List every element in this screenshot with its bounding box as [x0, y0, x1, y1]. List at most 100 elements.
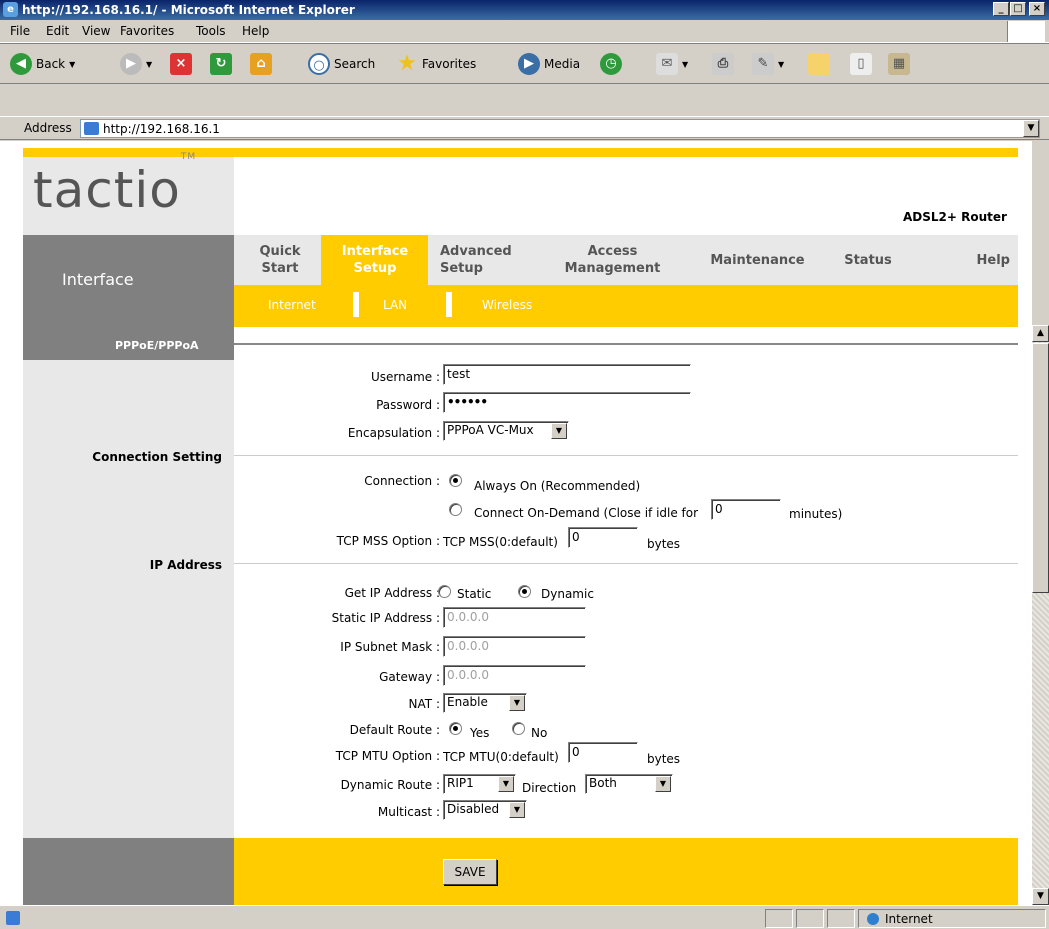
footer-left-band [23, 838, 234, 905]
maximize-button[interactable]: □ [1010, 2, 1026, 16]
menu-tools[interactable]: Tools [196, 24, 226, 38]
subnet-mask-input[interactable]: 0.0.0.0 [443, 636, 586, 657]
status-cell [765, 909, 793, 928]
media-icon: ▶ [518, 53, 540, 75]
tcp-mtu-input[interactable]: 0 [568, 742, 638, 763]
ip-address-heading: IP Address [149, 558, 222, 572]
save-button[interactable]: SAVE [443, 859, 497, 885]
zone-label: Internet [885, 912, 933, 926]
scroll-down-button[interactable]: ▼ [1032, 888, 1049, 905]
dynamic-radio[interactable] [518, 585, 531, 598]
divider [234, 455, 1018, 456]
sidebar-panel [23, 327, 234, 838]
chevron-down-icon: ▼ [509, 695, 525, 711]
back-button[interactable]: ◀ Back ▼ [10, 52, 75, 76]
menu-file[interactable]: File [10, 24, 30, 38]
favorites-button[interactable]: ★ Favorites [396, 52, 476, 76]
vertical-scrollbar[interactable]: ▲ ▼ [1032, 325, 1049, 905]
refresh-button[interactable]: ↻ [210, 52, 236, 76]
discuss-button[interactable] [808, 52, 834, 76]
dynamic-label: Dynamic [541, 587, 594, 601]
menu-edit[interactable]: Edit [46, 24, 69, 38]
film-icon: ▦ [888, 53, 910, 75]
tab-help[interactable]: Help [950, 252, 1010, 269]
gateway-input[interactable]: 0.0.0.0 [443, 665, 586, 686]
history-button[interactable]: ◷ [600, 52, 626, 76]
subnav-wireless[interactable]: Wireless [482, 298, 532, 312]
product-name: ADSL2+ Router [903, 210, 1007, 224]
tab-interface-setup[interactable]: Interface Setup [330, 243, 420, 277]
home-button[interactable]: ⌂ [250, 52, 276, 76]
address-input[interactable]: http://192.168.16.1 ▼ [80, 119, 1040, 138]
print-icon: ⎙ [712, 53, 734, 75]
ie-icon: e [3, 2, 18, 17]
chevron-down-icon: ▼ [551, 423, 567, 439]
tcp-mss-input[interactable]: 0 [568, 527, 638, 548]
forward-button[interactable]: ▶ ▼ [120, 52, 152, 76]
nat-label: NAT : [300, 697, 440, 711]
password-input[interactable]: •••••• [443, 392, 691, 413]
stop-button[interactable]: × [170, 52, 196, 76]
tab-advanced-setup[interactable]: Advanced Setup [440, 243, 540, 277]
username-input[interactable]: test [443, 364, 691, 385]
address-dropdown-button[interactable]: ▼ [1023, 120, 1039, 137]
menu-view[interactable]: View [82, 24, 110, 38]
security-zone: Internet [858, 909, 1046, 928]
tab-maintenance[interactable]: Maintenance [700, 252, 815, 269]
default-route-no-radio[interactable] [512, 722, 525, 735]
scroll-up-button[interactable]: ▲ [1032, 325, 1049, 342]
tab-status[interactable]: Status [833, 252, 903, 269]
clipboard-icon: ▯ [850, 53, 872, 75]
encapsulation-select[interactable]: PPPoA VC-Mux ▼ [443, 421, 569, 441]
menu-favorites[interactable]: Favorites [120, 24, 174, 38]
tab-quick-start[interactable]: Quick Start [255, 243, 305, 277]
home-icon: ⌂ [250, 53, 272, 75]
direction-select[interactable]: Both ▼ [585, 774, 673, 794]
always-on-radio[interactable] [449, 474, 462, 487]
static-ip-label: Static IP Address : [331, 611, 440, 625]
toolbar: ◀ Back ▼ ▶ ▼ × ↻ ⌂ ○ Search ★ Favorites ▶ … [0, 44, 1049, 84]
multicast-select[interactable]: Disabled ▼ [443, 800, 527, 820]
static-ip-input[interactable]: 0.0.0.0 [443, 607, 586, 628]
dynamic-route-select[interactable]: RIP1 ▼ [443, 774, 516, 794]
menu-bar: File Edit View Favorites Tools Help [0, 20, 1049, 43]
media-button[interactable]: ▶ Media [518, 52, 580, 76]
subnav-lan[interactable]: LAN [383, 298, 407, 312]
status-cell [827, 909, 855, 928]
research-button[interactable]: ▯ [850, 52, 876, 76]
scroll-thumb[interactable] [1032, 343, 1049, 593]
edit-button[interactable]: ✎ ▼ [752, 52, 784, 76]
direction-label: Direction [522, 781, 577, 795]
idle-minutes-input[interactable]: 0 [711, 499, 781, 520]
on-demand-radio[interactable] [449, 503, 462, 516]
connection-setting-heading: Connection Setting [92, 450, 222, 464]
mail-button[interactable]: ✉ ▼ [656, 52, 688, 76]
top-accent-bar [23, 148, 1018, 157]
always-on-label: Always On (Recommended) [474, 479, 641, 493]
divider [234, 563, 1018, 564]
panel-title-rule [234, 343, 1018, 345]
password-label: Password : [376, 398, 440, 412]
messenger-button[interactable]: ▦ [888, 52, 914, 76]
get-ip-label: Get IP Address : [344, 586, 440, 600]
default-route-yes-label: Yes [470, 726, 490, 740]
nat-select[interactable]: Enable ▼ [443, 693, 527, 713]
encapsulation-label: Encapsulation : [347, 426, 440, 440]
stop-icon: × [170, 53, 192, 75]
search-button[interactable]: ○ Search [308, 52, 375, 76]
mail-icon: ✉ [656, 53, 678, 75]
tab-access-management[interactable]: Access Management [555, 243, 670, 277]
menu-help[interactable]: Help [242, 24, 269, 38]
subnav-internet[interactable]: Internet [268, 298, 316, 312]
static-radio[interactable] [438, 585, 451, 598]
default-route-yes-radio[interactable] [449, 722, 462, 735]
static-label: Static [457, 587, 492, 601]
connection-label: Connection : [364, 474, 440, 488]
subnav-background [234, 285, 1018, 327]
print-button[interactable]: ⎙ [712, 52, 738, 76]
tcp-mss-label: TCP MSS Option : [336, 534, 440, 548]
close-button[interactable]: × [1029, 2, 1045, 16]
brand-logo: tactioTM [33, 152, 197, 219]
tcp-mss-text: TCP MSS(0:default) [443, 535, 558, 549]
minimize-button[interactable]: _ [993, 2, 1009, 16]
